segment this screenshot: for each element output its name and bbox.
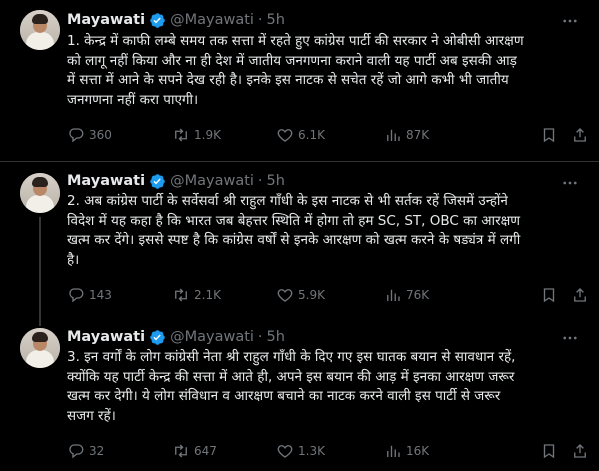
share-icon [574, 444, 586, 458]
reply-count: 360 [89, 128, 112, 142]
share-icon [574, 288, 586, 302]
like-count: 6.1K [298, 128, 325, 142]
author-handle[interactable]: @Mayawati [170, 12, 254, 28]
bookmark-button[interactable] [540, 286, 558, 304]
repost-icon [175, 288, 187, 302]
avatar[interactable] [20, 173, 60, 213]
reply-icon [69, 288, 84, 303]
repost-icon [175, 128, 187, 142]
tweet-header: Mayawati @Mayawati · 5h [67, 171, 285, 191]
thread-timeline: Mayawati @Mayawati · 5h 1. केन्द्र में क… [0, 0, 599, 471]
verified-badge-icon [150, 12, 165, 28]
bookmark-button[interactable] [540, 442, 558, 460]
repost-count: 2.1K [194, 288, 221, 302]
separator-dot: · [257, 173, 263, 189]
tweet-text: 3. इन वर्गों के लोग कांग्रेसी नेता श्री … [67, 349, 516, 424]
share-button[interactable] [571, 126, 589, 144]
repost-count: 647 [194, 444, 217, 458]
repost-icon [175, 444, 187, 458]
reply-count: 143 [89, 288, 112, 302]
reply-button[interactable]: 32 [67, 442, 104, 460]
tweet-header: Mayawati @Mayawati · 5h [67, 10, 285, 30]
like-button[interactable]: 6.1K [276, 126, 325, 144]
repost-button[interactable]: 1.9K [172, 126, 221, 144]
reply-button[interactable]: 143 [67, 286, 112, 304]
timestamp[interactable]: 5h [267, 329, 285, 345]
views-button[interactable]: 87K [384, 126, 429, 144]
author-name[interactable]: Mayawati [67, 329, 145, 345]
tweet-actions: 360 1.9K 6.1K 87K [67, 126, 587, 146]
like-icon [277, 129, 293, 142]
author-name[interactable]: Mayawati [67, 173, 145, 189]
repost-count: 1.9K [194, 128, 221, 142]
reply-count: 32 [89, 444, 105, 458]
reply-icon [69, 444, 84, 459]
like-icon [277, 289, 293, 302]
view-count: 16K [406, 444, 430, 458]
share-button[interactable] [571, 442, 589, 460]
repost-button[interactable]: 647 [172, 442, 217, 460]
tweet-text: 2. अब कांग्रेस पार्टी के सर्वेसर्वा श्री… [67, 193, 521, 268]
tweet[interactable]: Mayawati @Mayawati · 5h 1. केन्द्र में क… [0, 0, 599, 162]
views-button[interactable]: 76K [384, 286, 429, 304]
author-name[interactable]: Mayawati [67, 12, 145, 28]
reply-icon [69, 128, 84, 143]
share-button[interactable] [571, 286, 589, 304]
more-horizontal-icon[interactable] [561, 174, 579, 192]
more-horizontal-icon[interactable] [561, 12, 579, 30]
avatar[interactable] [20, 10, 60, 50]
views-button[interactable]: 16K [384, 442, 429, 460]
tweet[interactable]: Mayawati @Mayawati · 5h 3. इन वर्गों के … [0, 326, 599, 471]
separator-dot: · [257, 329, 263, 345]
verified-badge-icon [150, 173, 165, 189]
timestamp[interactable]: 5h [267, 173, 285, 189]
separator-dot: · [257, 12, 263, 28]
view-count: 76K [406, 288, 430, 302]
like-count: 1.3K [298, 444, 325, 458]
repost-button[interactable]: 2.1K [172, 286, 221, 304]
bookmark-icon [543, 288, 555, 303]
more-horizontal-icon[interactable] [561, 329, 579, 347]
tweet[interactable]: Mayawati @Mayawati · 5h 2. अब कांग्रेस प… [0, 162, 599, 326]
tweet-actions: 32 647 1.3K 16K [67, 442, 587, 462]
like-button[interactable]: 5.9K [276, 286, 325, 304]
avatar[interactable] [20, 328, 60, 368]
views-icon [387, 289, 400, 301]
tweet-text: 1. केन्द्र में काफी लम्बे समय तक सत्ता म… [67, 33, 524, 108]
like-button[interactable]: 1.3K [276, 442, 325, 460]
like-count: 5.9K [298, 288, 325, 302]
author-handle[interactable]: @Mayawati [170, 173, 254, 189]
bookmark-button[interactable] [540, 126, 558, 144]
like-icon [277, 445, 293, 458]
thread-connector-line [39, 217, 41, 326]
timestamp[interactable]: 5h [267, 12, 285, 28]
verified-badge-icon [150, 329, 165, 345]
views-icon [387, 445, 400, 457]
reply-button[interactable]: 360 [67, 126, 112, 144]
share-icon [574, 128, 586, 142]
bookmark-icon [543, 444, 555, 459]
bookmark-icon [543, 128, 555, 143]
views-icon [387, 129, 400, 141]
tweet-header: Mayawati @Mayawati · 5h [67, 327, 285, 347]
tweet-actions: 143 2.1K 5.9K 76K [67, 286, 587, 306]
view-count: 87K [406, 128, 430, 142]
author-handle[interactable]: @Mayawati [170, 329, 254, 345]
